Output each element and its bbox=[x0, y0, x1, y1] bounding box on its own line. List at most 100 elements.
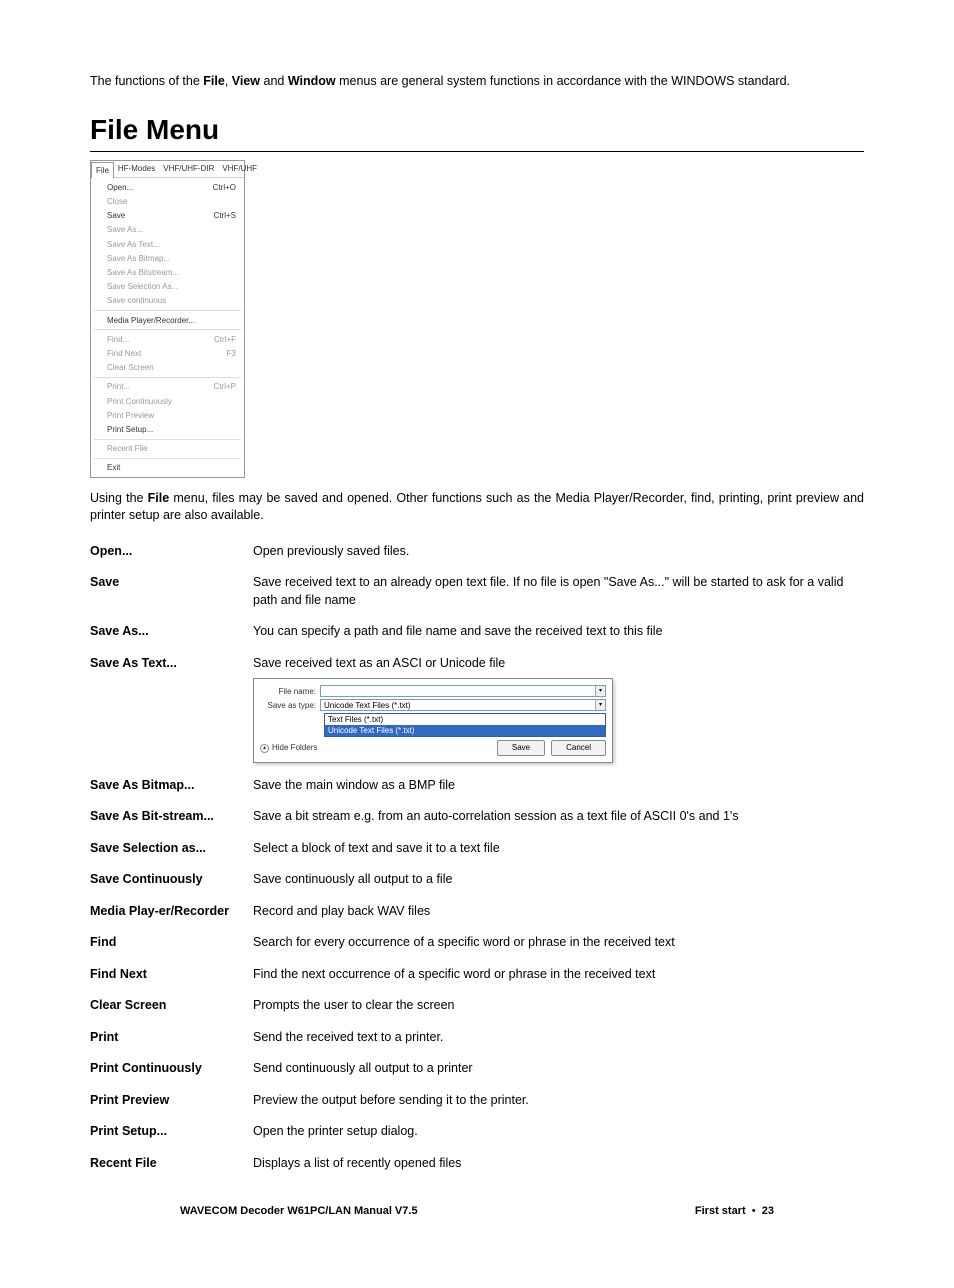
def-term: Media Play-er/Recorder bbox=[90, 903, 253, 921]
menu-item[interactable]: Clear Screen bbox=[91, 361, 244, 375]
def-row: Print Setup...Open the printer setup dia… bbox=[90, 1123, 864, 1141]
para2-post: menu, files may be saved and opened. Oth… bbox=[90, 491, 864, 523]
section-heading: File Menu bbox=[90, 110, 864, 152]
menu-item[interactable]: Save continuous bbox=[91, 294, 244, 308]
menu-item-label: Print Continuously bbox=[107, 396, 172, 407]
def-desc: Save received text as an ASCI or Unicode… bbox=[253, 655, 864, 763]
footer-section: First start bbox=[695, 1205, 746, 1217]
cancel-button[interactable]: Cancel bbox=[551, 740, 606, 755]
def-desc: Send the received text to a printer. bbox=[253, 1029, 864, 1047]
menu-item[interactable]: Recent File bbox=[91, 442, 244, 456]
def-row: Save Selection as...Select a block of te… bbox=[90, 840, 864, 858]
menu-item-label: Media Player/Recorder... bbox=[107, 315, 195, 326]
def-row: Clear ScreenPrompts the user to clear th… bbox=[90, 997, 864, 1015]
menu-item[interactable]: Close bbox=[91, 195, 244, 209]
def-term: Print Setup... bbox=[90, 1123, 253, 1141]
filename-label: File name: bbox=[260, 686, 320, 697]
menu-item-label: Find... bbox=[107, 334, 129, 345]
footer-page: 23 bbox=[762, 1205, 774, 1217]
menu-item-label: Print... bbox=[107, 381, 130, 392]
hide-folders-toggle[interactable]: ▴Hide Folders bbox=[260, 742, 317, 753]
menu-item-shortcut: Ctrl+P bbox=[214, 381, 236, 392]
filename-field[interactable]: ▾ bbox=[320, 685, 606, 697]
def-term: Print Continuously bbox=[90, 1060, 253, 1078]
def-term: Print bbox=[90, 1029, 253, 1047]
menu-item[interactable]: Open...Ctrl+O bbox=[91, 180, 244, 194]
menu-item-shortcut: Ctrl+S bbox=[214, 210, 236, 221]
dropdown-arrow-icon[interactable]: ▾ bbox=[595, 700, 605, 710]
menu-item[interactable]: Print Setup... bbox=[91, 422, 244, 436]
def-row: SaveSave received text to an already ope… bbox=[90, 574, 864, 609]
def-desc: Open previously saved files. bbox=[253, 543, 864, 561]
saveastype-field[interactable]: Unicode Text Files (*.txt)▾ bbox=[320, 699, 606, 711]
menu-item[interactable]: Save Selection As... bbox=[91, 280, 244, 294]
menu-item[interactable]: Save As Bitmap... bbox=[91, 251, 244, 265]
def-desc: Select a block of text and save it to a … bbox=[253, 840, 864, 858]
menu-item[interactable]: Find... Ctrl+F bbox=[91, 332, 244, 346]
footer-left: WAVECOM Decoder W61PC/LAN Manual V7.5 bbox=[180, 1204, 418, 1219]
menu-item-label: Close bbox=[107, 196, 127, 207]
menu-item[interactable]: SaveCtrl+S bbox=[91, 209, 244, 223]
menu-item[interactable]: Print Preview bbox=[91, 408, 244, 422]
def-row: Print ContinuouslySend continuously all … bbox=[90, 1060, 864, 1078]
file-menu-description: Using the File menu, files may be saved … bbox=[90, 490, 864, 525]
menu-items-container: Open...Ctrl+O Close SaveCtrl+SSave As... Sa… bbox=[91, 178, 244, 477]
menu-item[interactable]: Save As Text... bbox=[91, 237, 244, 251]
def-row: Recent FileDisplays a list of recently o… bbox=[90, 1155, 864, 1173]
menu-item-shortcut: Ctrl+F bbox=[214, 334, 236, 345]
menu-item[interactable]: Exit bbox=[91, 461, 244, 475]
def-term: Open... bbox=[90, 543, 253, 561]
dropdown-option-selected[interactable]: Unicode Text Files (*.txt) bbox=[325, 725, 605, 736]
def-desc: Record and play back WAV files bbox=[253, 903, 864, 921]
definition-table: Open...Open previously saved files.SaveS… bbox=[90, 543, 864, 1186]
def-row: Save As...You can specify a path and fil… bbox=[90, 623, 864, 641]
footer-right: First start • 23 bbox=[695, 1204, 774, 1219]
dropdown-arrow-icon[interactable]: ▾ bbox=[595, 686, 605, 696]
menu-tab-vhfuhfdir[interactable]: VHF/UHF-DIR bbox=[159, 161, 218, 177]
def-term: Save Selection as... bbox=[90, 840, 253, 858]
menu-item[interactable]: Print... Ctrl+P bbox=[91, 380, 244, 394]
intro-bold-file: File bbox=[203, 74, 225, 88]
intro-bold-view: View bbox=[232, 74, 260, 88]
menu-item[interactable]: Save As... bbox=[91, 223, 244, 237]
intro-bold-window: Window bbox=[288, 74, 336, 88]
saveastype-dropdown: Text Files (*.txt)Unicode Text Files (*.… bbox=[324, 713, 606, 737]
dropdown-option[interactable]: Text Files (*.txt) bbox=[325, 714, 605, 725]
def-row: PrintSend the received text to a printer… bbox=[90, 1029, 864, 1047]
def-desc: Open the printer setup dialog. bbox=[253, 1123, 864, 1141]
menu-item-label: Save As Bitstream... bbox=[107, 267, 179, 278]
def-term: Save bbox=[90, 574, 253, 592]
menu-item-label: Save Selection As... bbox=[107, 281, 178, 292]
menu-item-label: Open... bbox=[107, 182, 133, 193]
menu-separator bbox=[94, 377, 241, 378]
menu-separator bbox=[94, 439, 241, 440]
def-term: Save Continuously bbox=[90, 871, 253, 889]
def-row: Save As Text...Save received text as an … bbox=[90, 655, 864, 763]
def-row: Print PreviewPreview the output before s… bbox=[90, 1092, 864, 1110]
menu-item[interactable]: Print Continuously bbox=[91, 394, 244, 408]
menu-item[interactable]: Media Player/Recorder... bbox=[91, 313, 244, 327]
menu-item-label: Find Next bbox=[107, 348, 141, 359]
intro-text-post: menus are general system functions in ac… bbox=[336, 74, 790, 88]
menu-item-label: Print Setup... bbox=[107, 424, 153, 435]
intro-text-pre: The functions of the bbox=[90, 74, 203, 88]
save-button[interactable]: Save bbox=[497, 740, 545, 755]
menu-separator bbox=[94, 458, 241, 459]
page-footer: WAVECOM Decoder W61PC/LAN Manual V7.5 Fi… bbox=[180, 1204, 774, 1219]
menu-bar: File HF-Modes VHF/UHF-DIR VHF/UHF bbox=[91, 161, 244, 178]
menu-item[interactable]: Save As Bitstream... bbox=[91, 266, 244, 280]
menu-item-label: Exit bbox=[107, 462, 120, 473]
def-desc: Prompts the user to clear the screen bbox=[253, 997, 864, 1015]
menu-item-shortcut: F3 bbox=[227, 348, 236, 359]
menu-item-label: Save As... bbox=[107, 224, 143, 235]
def-row: Open...Open previously saved files. bbox=[90, 543, 864, 561]
menu-item[interactable]: Find Next F3 bbox=[91, 346, 244, 360]
menu-item-label: Save continuous bbox=[107, 295, 166, 306]
menu-tab-hfmodes[interactable]: HF-Modes bbox=[114, 161, 159, 177]
def-desc: Save the main window as a BMP file bbox=[253, 777, 864, 795]
def-term: Find bbox=[90, 934, 253, 952]
def-row: Find NextFind the next occurrence of a s… bbox=[90, 966, 864, 984]
footer-bullet: • bbox=[752, 1205, 756, 1217]
menu-tab-vhfuhf[interactable]: VHF/UHF bbox=[218, 161, 261, 177]
menu-tab-file[interactable]: File bbox=[91, 162, 114, 178]
